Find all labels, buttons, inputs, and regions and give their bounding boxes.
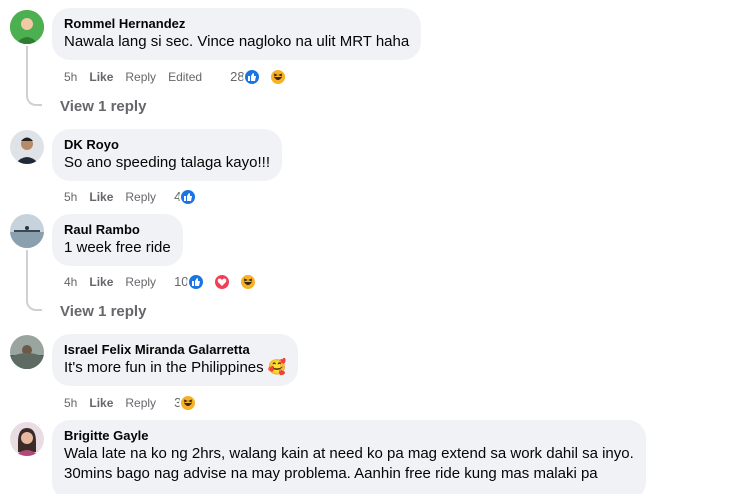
reaction-summary[interactable]: 4 <box>174 188 209 206</box>
comment-actions: 5h Like Reply 3 <box>64 394 209 412</box>
haha-icon <box>268 68 287 86</box>
haha-icon <box>179 394 198 412</box>
avatar[interactable] <box>10 10 44 44</box>
reply-button[interactable]: Reply <box>125 395 156 411</box>
reaction-summary[interactable]: 3 <box>174 394 209 412</box>
comment-author[interactable]: Raul Rambo <box>64 221 171 238</box>
comment-author[interactable]: Rommel Hernandez <box>64 15 409 32</box>
comment-bubble: Raul Rambo 1 week free ride <box>52 214 183 266</box>
thread-line <box>26 46 42 106</box>
like-icon <box>186 273 205 291</box>
comment-text: 1 week free ride <box>64 239 171 256</box>
avatar[interactable] <box>10 335 44 369</box>
like-button[interactable]: Like <box>89 189 113 205</box>
comment-author[interactable]: Brigitte Gayle <box>64 427 634 444</box>
comment-time[interactable]: 5h <box>64 189 77 205</box>
reaction-summary[interactable]: 10 <box>174 273 268 291</box>
like-icon <box>242 68 261 86</box>
like-button[interactable]: Like <box>89 395 113 411</box>
avatar[interactable] <box>10 214 44 248</box>
comment-actions: 5h Like Reply 4 <box>64 188 209 206</box>
view-replies-link[interactable]: View 1 reply <box>60 98 146 115</box>
comment-bubble: Brigitte Gayle Wala late na ko ng 2hrs, … <box>52 420 646 494</box>
comment-bubble: Rommel Hernandez Nawala lang si sec. Vin… <box>52 8 422 60</box>
avatar[interactable] <box>10 422 44 456</box>
reply-button[interactable]: Reply <box>125 274 156 290</box>
avatar[interactable] <box>10 130 44 164</box>
edited-label: Edited <box>168 70 203 84</box>
view-replies-link[interactable]: View 1 reply <box>60 303 146 320</box>
comment-time[interactable]: 4h <box>64 274 77 290</box>
thread-line <box>26 250 42 311</box>
reply-button[interactable]: Reply <box>125 69 156 85</box>
comment-text-line: 30mins bago nag advise na may problema. … <box>64 465 598 482</box>
like-icon <box>179 188 198 206</box>
reply-button[interactable]: Reply <box>125 189 156 205</box>
comment-time[interactable]: 5h <box>64 395 77 411</box>
comment-text: It's more fun in the Philippines 🥰 <box>64 359 287 376</box>
reaction-summary[interactable]: 28 <box>230 68 298 86</box>
comment-author[interactable]: DK Royo <box>64 136 270 153</box>
haha-icon <box>238 273 257 291</box>
comment-bubble: DK Royo So ano speeding talaga kayo!!! <box>52 129 282 181</box>
comment-bubble: Israel Felix Miranda Galarretta It's mor… <box>52 334 299 386</box>
like-button[interactable]: Like <box>89 274 113 290</box>
comment-text-line: Wala late na ko ng 2hrs, walang kain at … <box>64 445 634 462</box>
comment-text: Nawala lang si sec. Vince nagloko na uli… <box>64 33 410 50</box>
comment-text: So ano speeding talaga kayo!!! <box>64 154 270 171</box>
comment-author[interactable]: Israel Felix Miranda Galarretta <box>64 341 286 358</box>
comment-time[interactable]: 5h <box>64 69 77 85</box>
comment-actions: 4h Like Reply 10 <box>64 273 269 291</box>
comment-actions: 5h Like Reply Edited 28 <box>64 68 299 86</box>
heart-icon <box>212 273 231 291</box>
like-button[interactable]: Like <box>89 69 113 85</box>
